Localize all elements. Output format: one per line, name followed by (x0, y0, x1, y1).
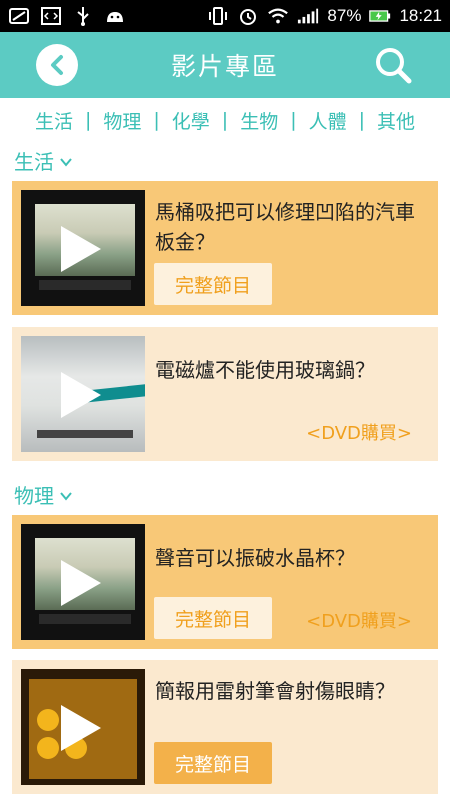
page-title: 影片專區 (170, 52, 279, 81)
search-button[interactable] (372, 44, 414, 86)
android-icon (104, 7, 126, 25)
tab-physics[interactable]: 物理 (99, 107, 145, 134)
video-title: 馬桶吸把可以修理凹陷的汽車板金？ (155, 200, 415, 254)
video-card[interactable]: 馬桶吸把可以修理凹陷的汽車板金？ 完整節目 (12, 181, 438, 315)
clock: 18:21 (399, 6, 442, 25)
full-program-button[interactable]: 完整節目 (154, 742, 272, 784)
tab-other[interactable]: 其他 (373, 107, 419, 134)
code-icon (40, 7, 62, 25)
tab-separator: | (153, 109, 160, 131)
video-thumbnail[interactable] (21, 190, 145, 306)
section-title: 物理 (14, 484, 54, 508)
chevron-left-icon (51, 55, 63, 75)
dvd-buy-link[interactable]: <DVD購買> (306, 607, 412, 633)
full-program-button[interactable]: 完整節目 (154, 597, 272, 639)
video-thumbnail[interactable] (21, 669, 145, 785)
tab-separator: | (221, 109, 229, 131)
battery-charging-icon (369, 7, 391, 25)
full-program-button[interactable]: 完整節目 (154, 263, 272, 305)
tab-biology[interactable]: 生物 (236, 107, 282, 134)
video-title: 電磁爐不能使用玻璃鍋？ (155, 358, 375, 382)
section-header-physics[interactable]: 物理 (14, 480, 72, 509)
tab-human-body[interactable]: 人體 (305, 107, 351, 134)
video-title: 簡報用雷射筆會射傷眼睛？ (155, 679, 395, 703)
tab-separator: | (358, 109, 366, 131)
battery-percent: 87% (327, 6, 362, 25)
signal-icon (297, 7, 319, 25)
wifi-icon (267, 7, 289, 25)
tab-separator: | (84, 109, 92, 131)
app-header: 影片專區 (0, 32, 450, 98)
back-button[interactable] (36, 44, 78, 86)
video-thumbnail[interactable] (21, 524, 145, 640)
alarm-icon (237, 7, 259, 25)
tab-chemistry[interactable]: 化學 (168, 107, 214, 134)
usb-icon (72, 7, 94, 26)
category-tabs: 生活 | 物理 | 化學 | 生物 | 人體 | 其他 (0, 98, 450, 142)
sim-card-icon (8, 7, 30, 25)
tab-separator: | (290, 109, 297, 131)
play-icon (61, 560, 101, 606)
status-notifications (8, 7, 126, 26)
search-icon (376, 48, 412, 84)
video-card[interactable]: 簡報用雷射筆會射傷眼睛？ 完整節目 (12, 660, 438, 794)
status-bar: 87% 18:21 (0, 0, 450, 32)
chevron-down-icon (60, 157, 72, 167)
video-card[interactable]: 電磁爐不能使用玻璃鍋？ <DVD購買> (12, 327, 438, 461)
status-system: 87% 18:21 (207, 6, 442, 26)
vibrate-icon (207, 7, 229, 25)
play-icon (61, 226, 101, 272)
play-icon (61, 705, 101, 751)
section-header-life[interactable]: 生活 (14, 146, 72, 175)
video-title: 聲音可以振破水晶杯？ (155, 546, 355, 570)
section-title: 生活 (14, 150, 54, 174)
chevron-down-icon (60, 491, 72, 501)
play-icon (61, 372, 101, 418)
dvd-buy-link[interactable]: <DVD購買> (306, 419, 412, 445)
tab-life[interactable]: 生活 (31, 107, 77, 134)
video-card[interactable]: 聲音可以振破水晶杯？ 完整節目 <DVD購買> (12, 515, 438, 649)
video-thumbnail[interactable] (21, 336, 145, 452)
